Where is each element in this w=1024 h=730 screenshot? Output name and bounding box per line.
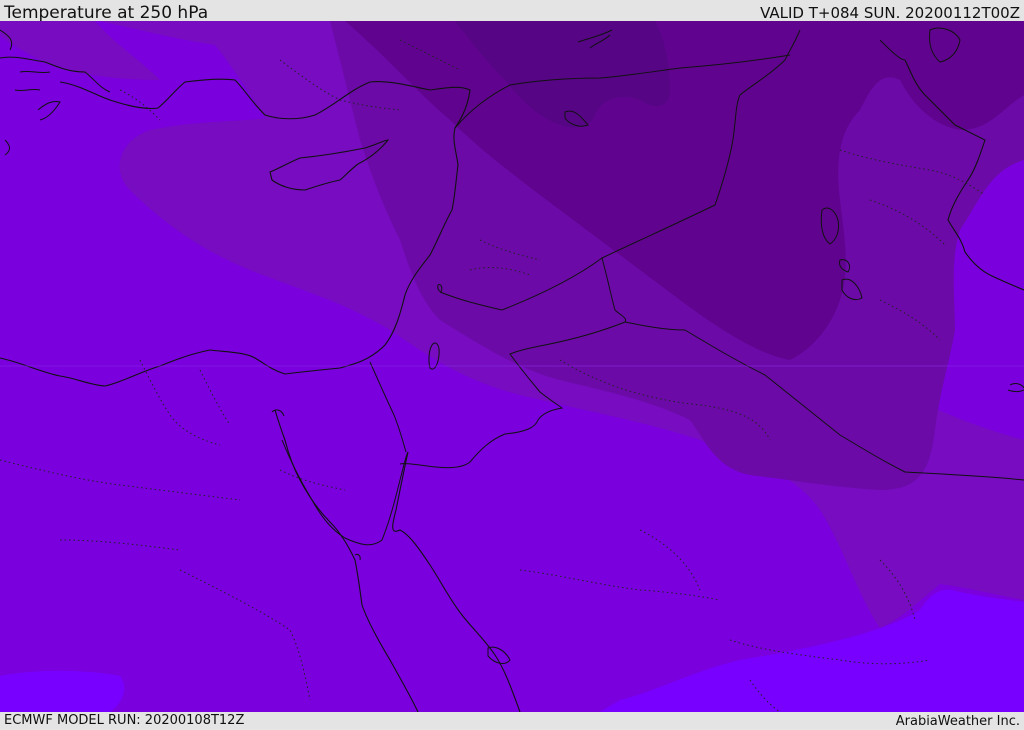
model-run: ECMWF MODEL RUN: 20200108T12Z <box>4 713 245 728</box>
credit: ArabiaWeather Inc. <box>895 714 1020 729</box>
temperature-map[interactable] <box>0 21 1024 712</box>
map-title: Temperature at 250 hPa <box>4 3 209 23</box>
valid-time: VALID T+084 SUN. 20200112T00Z <box>760 4 1020 22</box>
footer-bar: ECMWF MODEL RUN: 20200108T12Z ArabiaWeat… <box>0 712 1024 729</box>
header-bar: Temperature at 250 hPa VALID T+084 SUN. … <box>0 0 1024 23</box>
band-warmest-sw <box>0 670 125 712</box>
